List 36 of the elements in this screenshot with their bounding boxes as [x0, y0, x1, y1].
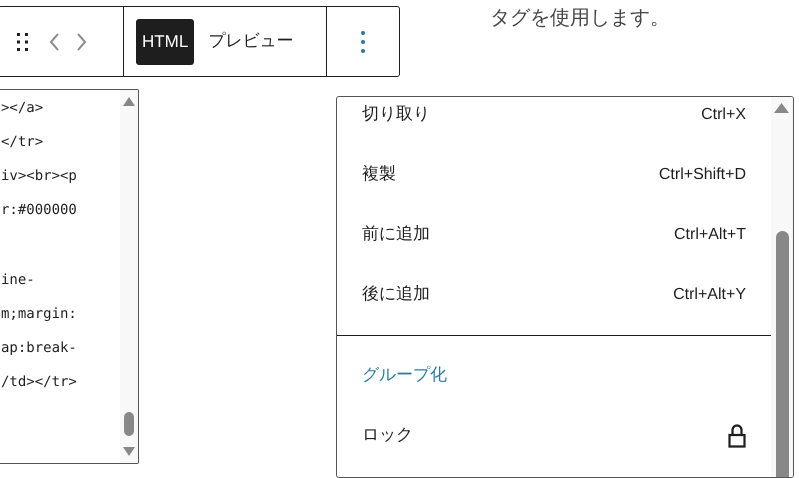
- menu-item-label: グループ化: [362, 364, 447, 388]
- code-line: </tr>: [1, 133, 44, 152]
- menu-item[interactable]: 後に追加 Ctrl+Alt+Y: [337, 265, 771, 325]
- menu-item-label: 後に追加: [362, 283, 430, 306]
- code-line: r:#000000: [1, 201, 77, 220]
- menu-item-label: ロック: [362, 424, 413, 448]
- scroll-up-icon[interactable]: [774, 103, 789, 113]
- shortcut-text: Ctrl+Alt+T: [674, 225, 746, 245]
- menu-item[interactable]: 複製 Ctrl+Shift+D: [337, 145, 771, 205]
- code-line: m;margin:: [1, 305, 77, 324]
- code-editor[interactable]: ></a> </tr> iv><br><p r:#000000 ine- m;margin: ap:break- /td></tr>: [0, 89, 139, 464]
- menu-item[interactable]: 前に追加 Ctrl+Alt+T: [337, 205, 771, 265]
- paragraph-text: タグを使用します。: [490, 4, 670, 31]
- code-line: ></a>: [1, 99, 44, 118]
- lock-icon: [728, 424, 746, 448]
- menu-item[interactable]: 切り取り Ctrl+X: [337, 97, 771, 145]
- menu-item[interactable]: グループ化: [337, 346, 771, 406]
- view-tab[interactable]: HTML: [136, 18, 194, 64]
- more-options-icon[interactable]: [360, 30, 366, 54]
- scroll-down-icon[interactable]: [123, 447, 135, 456]
- scroll-up-icon[interactable]: [123, 97, 135, 106]
- code-icon[interactable]: [49, 30, 87, 52]
- menu-item-label: 複製: [362, 163, 396, 186]
- menu-item-label: 切り取り: [362, 103, 430, 126]
- menu-item-label: 前に追加: [362, 223, 430, 246]
- menu-item[interactable]: ロック: [337, 406, 771, 466]
- scrollbar-thumb[interactable]: [124, 412, 134, 436]
- scrollbar-thumb[interactable]: [776, 231, 789, 477]
- code-line: /td></tr>: [1, 373, 77, 392]
- drag-handle-icon[interactable]: [15, 32, 31, 52]
- shortcut-text: Ctrl+Shift+D: [658, 165, 746, 185]
- shortcut-text: Ctrl+X: [701, 105, 746, 125]
- code-line: ine-: [1, 271, 35, 290]
- code-line: ap:break-: [1, 339, 77, 358]
- code-line: iv><br><p: [1, 167, 77, 186]
- shortcut-text: Ctrl+Alt+Y: [673, 285, 746, 305]
